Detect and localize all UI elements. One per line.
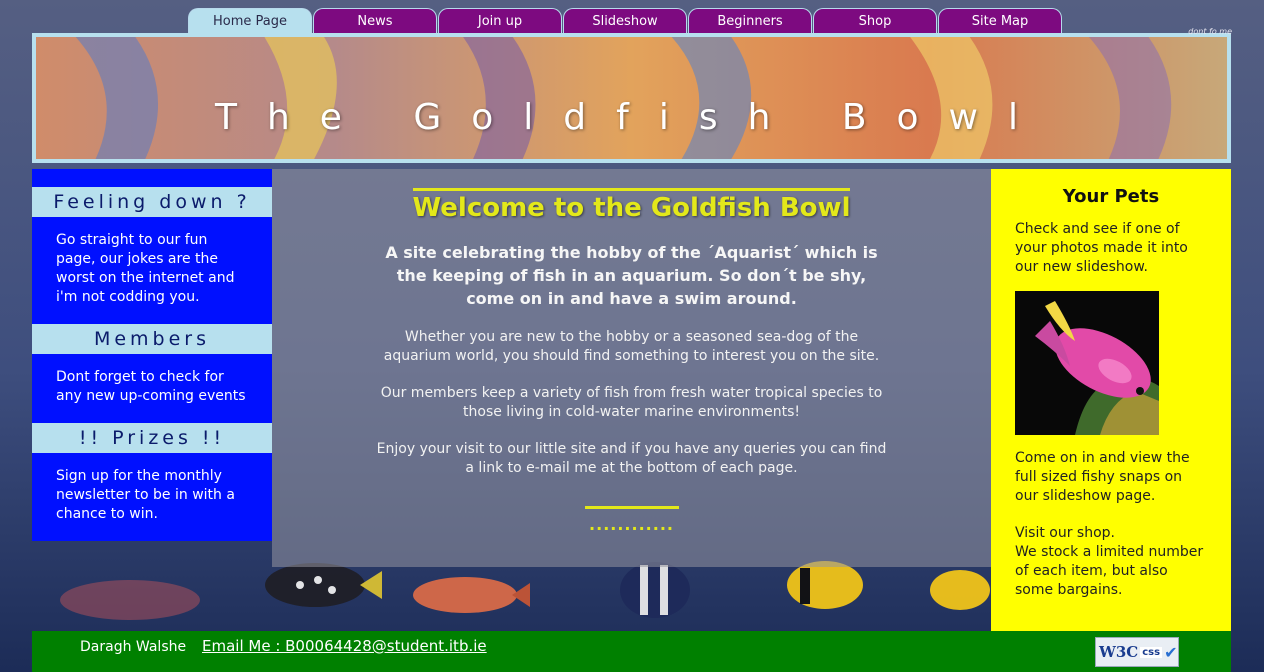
sidebar-text-feeling-down: Go straight to our fun page, our jokes a… (32, 217, 272, 324)
left-sidebar: Feeling down ? Go straight to our fun pa… (32, 169, 272, 541)
paragraph-newcomers: Whether you are new to the hobby or a se… (383, 329, 880, 364)
css-label: css (1140, 646, 1163, 658)
sidebar-heading-prizes: !! Prizes !! (32, 423, 272, 453)
main-content: Welcome to the Goldfish Bowl A site cele… (272, 169, 991, 567)
tab-join-up[interactable]: Join up (438, 8, 562, 33)
w3c-css-badge[interactable]: W3C css ✔ (1095, 637, 1179, 667)
pets-shop-link[interactable]: Visit our shop. (1015, 525, 1115, 541)
pets-title: Your Pets (1062, 186, 1160, 207)
pets-text-shop: Visit our shop. We stock a limited number… (1015, 524, 1207, 600)
site-banner: The Goldfish Bowl (32, 33, 1231, 163)
decorative-rule (584, 506, 679, 509)
author-name: Daragh Walshe (80, 639, 187, 655)
pets-shop-detail: We stock a limited number of each item, … (1015, 544, 1204, 598)
check-icon: ✔ (1164, 642, 1178, 662)
pets-text-slideshow: Check and see if one of your photos made… (1015, 221, 1188, 275)
tab-slideshow[interactable]: Slideshow (563, 8, 687, 33)
site-title: The Goldfish Bowl (214, 97, 1049, 138)
email-link[interactable]: Email Me : B00064428@student.itb.ie (202, 637, 487, 655)
tab-shop[interactable]: Shop (813, 8, 937, 33)
banner-credit: dont fo me (1188, 27, 1232, 36)
pet-fish-photo[interactable] (1015, 291, 1159, 435)
tab-site-map[interactable]: Site Map (938, 8, 1062, 33)
intro-text: A site celebrating the hobby of the ´Aqu… (385, 243, 878, 308)
tab-beginners[interactable]: Beginners (688, 8, 812, 33)
paragraph-members: Our members keep a variety of fish from … (380, 385, 883, 420)
tab-home-page[interactable]: Home Page (188, 8, 312, 33)
pets-text-view: Come on in and view the full sized fishy… (1015, 450, 1190, 504)
your-pets-panel: Your Pets Check and see if one of your p… (991, 169, 1231, 631)
main-nav: Home Page News Join up Slideshow Beginne… (188, 8, 1062, 33)
sidebar-heading-feeling-down: Feeling down ? (32, 169, 272, 217)
sidebar-heading-members: Members (32, 324, 272, 354)
sidebar-text-prizes: Sign up for the monthly newsletter to be… (32, 453, 272, 541)
decorative-dots: ............ (589, 515, 674, 534)
welcome-heading: Welcome to the Goldfish Bowl (412, 188, 851, 223)
w3c-logo-text: W3C (1099, 643, 1139, 661)
sidebar-text-members: Dont forget to check for any new up-comi… (32, 354, 272, 423)
paragraph-enjoy: Enjoy your visit to our little site and … (376, 441, 887, 476)
footer: Daragh Walshe Email Me : B00064428@stude… (32, 631, 1231, 672)
tab-news[interactable]: News (313, 8, 437, 33)
